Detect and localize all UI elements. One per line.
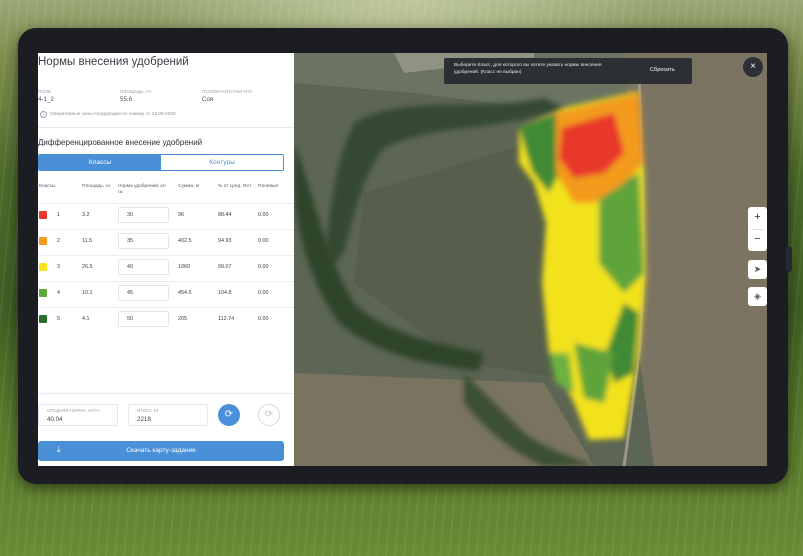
column-header-area: Площадь, га <box>82 184 110 189</box>
tab-contours[interactable]: Контуры <box>161 155 283 170</box>
class-nvi-percent: 104.8 <box>218 290 232 296</box>
crop-label: ПОСЕВНАЯ КУЛЬТУРА <box>202 89 252 94</box>
table-row-class-3[interactable]: 3 26.5 40 1060 99.07 0.00 <box>38 255 294 281</box>
class-nvi-percent: 88.44 <box>218 212 232 218</box>
class-field-value: 0.00 <box>258 316 269 322</box>
area-value: 55.6 <box>120 96 133 103</box>
table-row-class-2[interactable]: 2 11.5 35 402.5 94.93 0.00 <box>38 229 294 255</box>
class-color-swatch <box>39 289 47 297</box>
rate-input[interactable]: 45 <box>118 285 169 301</box>
close-icon: × <box>750 61 756 72</box>
average-rate-label: СРЕДНЯЯ НОРМА, КГ/ГА <box>47 408 100 413</box>
locate-button[interactable]: ➤ <box>748 260 767 279</box>
tab-classes[interactable]: Классы <box>39 155 161 170</box>
divider <box>38 127 294 128</box>
total-value: 2218 <box>137 416 151 423</box>
class-area: 4.1 <box>82 316 90 322</box>
crop-value: Соя <box>202 96 214 103</box>
class-nvi-percent: 99.07 <box>218 264 232 270</box>
zoom-control: + − <box>748 207 767 251</box>
field-label: ПОЛЕ <box>38 89 51 94</box>
map-canvas <box>294 53 767 466</box>
total-box: ИТОГО, КГ 2218 <box>128 404 208 426</box>
area-label: ПЛОЩАДЬ, ГА <box>120 89 152 94</box>
table-row-class-5[interactable]: 5 4.1 50 205 112.74 0.00 <box>38 307 294 333</box>
navigation-arrow-icon: ➤ <box>753 264 762 274</box>
class-sum: 454.5 <box>178 290 192 296</box>
table-row-class-4[interactable]: 4 10.1 45 454.5 104.8 0.00 <box>38 281 294 307</box>
fertilizer-panel: Нормы внесения удобрений ПОЛЕ 4-1_2 ПЛОЩ… <box>38 53 294 466</box>
column-header-field: Полевые <box>258 184 279 189</box>
page-title: Нормы внесения удобрений <box>38 56 189 68</box>
rate-input[interactable]: 30 <box>118 207 169 223</box>
divider <box>38 393 294 394</box>
zoom-divider <box>751 229 764 230</box>
layers-icon: ◈ <box>754 291 761 301</box>
total-label: ИТОГО, КГ <box>137 408 159 413</box>
class-selection-toast: Выберите Класс, для которого вы хотите у… <box>444 58 692 84</box>
class-sum: 205 <box>178 316 187 322</box>
reset-selection-button[interactable]: Сбросить <box>650 67 675 73</box>
close-button[interactable]: × <box>743 57 763 77</box>
class-color-swatch <box>39 315 47 323</box>
rate-input[interactable]: 40 <box>118 259 169 275</box>
download-task-map-button[interactable]: ⤓ Скачать карту-задание <box>38 441 284 461</box>
average-rate-box: СРЕДНЯЯ НОРМА, КГ/ГА 40.04 <box>38 404 118 426</box>
class-nvi-percent: 112.74 <box>218 316 235 322</box>
class-sum: 96 <box>178 212 184 218</box>
info-icon: i <box>40 111 47 118</box>
column-header-nvi: % от сред. NVI <box>218 184 251 189</box>
class-number: 3 <box>57 264 60 270</box>
field-value: 4-1_2 <box>38 96 54 103</box>
class-sum: 1060 <box>178 264 190 270</box>
class-area: 26.5 <box>82 264 93 270</box>
column-header-sum: Сумма, кг <box>178 184 200 189</box>
refresh-icon: ⟳ <box>224 409 234 420</box>
class-color-swatch <box>39 263 47 271</box>
class-field-value: 0.00 <box>258 264 269 270</box>
column-header-rate: Норма удобрений, кг/га <box>118 184 166 195</box>
class-sum: 402.5 <box>178 238 192 244</box>
class-number: 1 <box>57 212 60 218</box>
class-field-value: 0.00 <box>258 238 269 244</box>
class-area: 10.1 <box>82 290 93 296</box>
download-button-label: Скачать карту-задание <box>126 447 196 454</box>
mode-tabs: Классы Контуры <box>38 154 284 171</box>
fertility-zones-note: Оперативные зоны плодородия по снимку от… <box>50 112 176 117</box>
recalculate-button[interactable]: ⟳ <box>218 404 240 426</box>
table-row-class-1[interactable]: 1 3.2 30 96 88.44 0.00 <box>38 203 294 229</box>
class-nvi-percent: 94.93 <box>218 238 232 244</box>
rate-input[interactable]: 35 <box>118 233 169 249</box>
zoom-out-button[interactable]: − <box>748 229 767 251</box>
class-number: 4 <box>57 290 60 296</box>
class-area: 3.2 <box>82 212 90 218</box>
class-field-value: 0.00 <box>258 290 269 296</box>
class-number: 2 <box>57 238 60 244</box>
satellite-map[interactable]: Выберите Класс, для которого вы хотите у… <box>294 53 767 466</box>
toast-message: Выберите Класс, для которого вы хотите у… <box>454 63 602 75</box>
class-field-value: 0.00 <box>258 212 269 218</box>
layers-button[interactable]: ◈ <box>748 287 767 306</box>
class-color-swatch <box>39 237 47 245</box>
class-number: 5 <box>57 316 60 322</box>
average-rate-value: 40.04 <box>47 416 63 423</box>
tablet-side-button <box>786 246 792 272</box>
class-color-swatch <box>39 211 47 219</box>
reset-button[interactable]: ⟳ <box>258 404 280 426</box>
section-title: Дифференцированное внесение удобрений <box>38 138 203 147</box>
app-screen: Нормы внесения удобрений ПОЛЕ 4-1_2 ПЛОЩ… <box>38 53 767 466</box>
column-header-classes: Классы <box>39 184 56 189</box>
zoom-in-button[interactable]: + <box>748 207 767 229</box>
class-area: 11.5 <box>82 238 93 244</box>
refresh-icon: ⟳ <box>264 409 274 420</box>
rate-input[interactable]: 50 <box>118 311 169 327</box>
